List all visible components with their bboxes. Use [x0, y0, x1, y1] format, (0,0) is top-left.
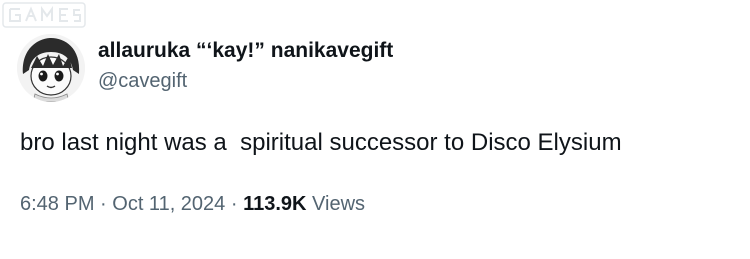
display-name[interactable]: allauruka “‘kay!” nanikavegift [98, 38, 738, 64]
tweet-meta: 6:48 PM · Oct 11, 2024 · 113.9K Views [20, 191, 740, 217]
user-handle[interactable]: @cavegift [98, 68, 738, 94]
author-header: allauruka “‘kay!” nanikavegift @cavegift [98, 38, 738, 94]
anime-character-avatar-icon [17, 34, 85, 102]
separator-dot: · [94, 193, 113, 215]
views-label: Views [306, 193, 366, 215]
tweet-text: bro last night was a spiritual successor… [20, 129, 622, 156]
tweet-date[interactable]: Oct 11, 2024 [112, 193, 225, 215]
views-count[interactable]: 113.9K [243, 193, 306, 215]
separator-dot: · [225, 193, 244, 215]
tweet-card: allauruka “‘kay!” nanikavegift @cavegift… [0, 0, 750, 259]
avatar[interactable] [17, 34, 85, 102]
tweet-time[interactable]: 6:48 PM [20, 193, 94, 215]
watermark-logo-icon [2, 2, 86, 28]
